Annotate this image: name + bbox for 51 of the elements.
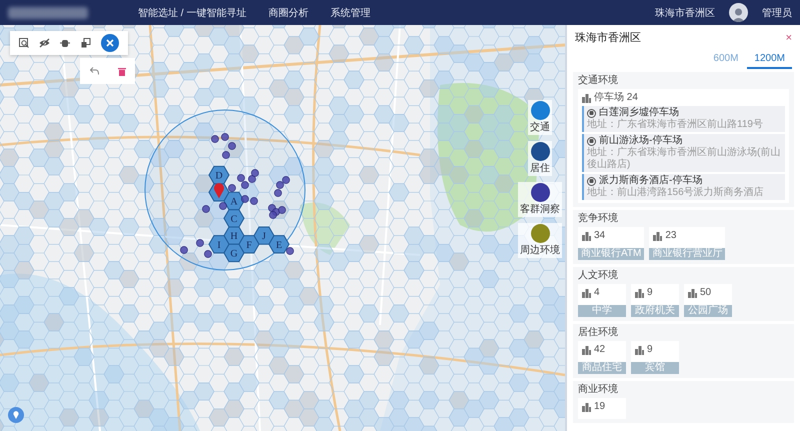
place-address: 地址：广东省珠海市香洲区前山路119号 [587,119,764,131]
stat-label: 政府机关 [631,305,679,317]
section-title: 居住环境 [578,327,619,339]
nav-link[interactable]: 智能选址 / 一键智能寻址 [138,6,246,20]
user-name[interactable]: 管理员 [762,6,792,20]
stat-count: 23 [665,230,676,242]
section-title: 人文环境 [578,270,619,282]
count-label: 停车场 24 [594,92,638,104]
list-item[interactable]: 前山游泳场-停车场 地址：广东省珠海市香洲区前山游泳场(前山後山路店) [582,134,785,172]
place-name: 派力斯商务酒店-停车场 [599,175,702,186]
section-title: 商业环境 [578,384,619,396]
hex-label: J [262,231,266,242]
stat-count: 19 [594,401,606,413]
hex-label: A [230,196,238,208]
panel-title: 珠海市香洲区 [575,30,641,45]
place-name: 前山游泳场-停车场 [599,135,682,146]
hex-label: F [246,240,252,251]
region-label: 珠海市香洲区 [655,6,715,20]
nav-link[interactable]: 商圈分析 [268,6,308,20]
stat-label: 商品住宅 [578,362,626,374]
stat-label: 公园广场 [684,305,732,317]
stat-count: 9 [647,344,653,356]
section-title: 交通环境 [578,75,619,87]
stat-label: 中学 [578,305,626,317]
stat-count: 34 [594,230,606,242]
hex-label: C [230,214,238,225]
section-title: 竞争环境 [578,213,619,225]
stat-label: 商业银行ATM [578,248,644,260]
stat-count: 4 [594,287,600,299]
stat-count: 50 [700,287,712,299]
place-address: 地址：广东省珠海市香洲区前山游泳场(前山後山路店) [587,147,782,171]
stat-label: 宾馆 [631,362,679,374]
place-name: 白莲洞乡墟停车场 [599,107,679,118]
radius-tab[interactable]: 1200M [747,50,792,69]
stat-count: 9 [647,287,653,299]
stat-count: 42 [594,344,606,356]
hex-label: I [217,240,221,251]
list-item[interactable]: 派力斯商务酒店-停车场 地址：前山港湾路156号派力斯商务酒店 [582,174,785,200]
map-action-button[interactable]: 居住 [528,141,552,176]
map-action-button[interactable]: 周边环境 [518,223,562,258]
hex-label: H [230,231,238,242]
hex-label: D [215,170,223,182]
hex-label: G [230,248,238,260]
list-item[interactable]: 白莲洞乡墟停车场 地址：广东省珠海市香洲区前山路119号 [582,106,785,132]
panel-close-button[interactable]: × [786,32,792,44]
map-action-button[interactable]: 客群洞察 [518,182,562,217]
hex-label: E [276,240,282,251]
map-action-button[interactable]: 交通 [528,100,552,135]
place-address: 地址：前山港湾路156号派力斯商务酒店 [587,187,765,199]
stat-label: 商业银行营业厅 [649,248,726,260]
nav-link[interactable]: 系统管理 [330,6,370,20]
